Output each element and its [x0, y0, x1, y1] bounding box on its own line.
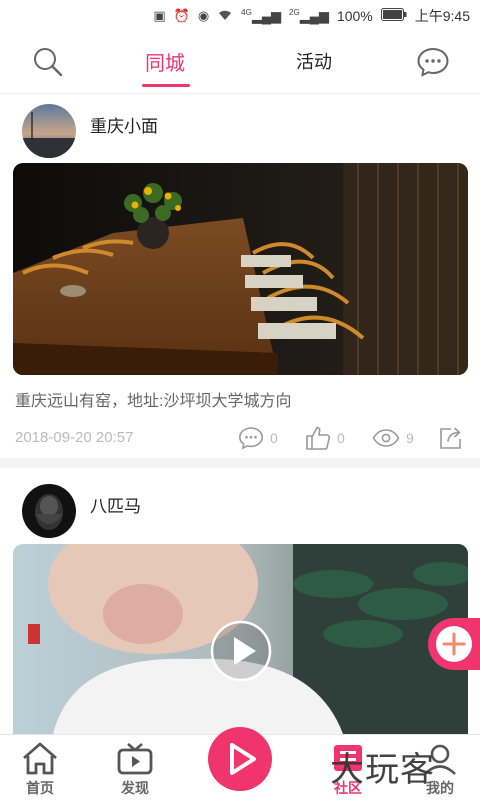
search-icon[interactable] [32, 46, 64, 78]
thumbs-up-icon [305, 425, 331, 451]
post-username[interactable]: 重庆小面 [90, 112, 158, 137]
top-header: 同城 活动 [0, 32, 480, 94]
like-button[interactable]: 0 [305, 424, 345, 452]
clock-time: 上午9:45 [414, 8, 470, 24]
status-bar: ▣ ⏰ ◉ 4G▂▄▆ 2G▂▄▆ 100% 上午9:45 [0, 0, 480, 32]
eye-comfort-icon: ◉ [197, 8, 210, 23]
messages-icon[interactable] [416, 46, 450, 78]
post-divider [0, 458, 480, 468]
battery-percent: 100% [336, 8, 373, 24]
tab-same-city[interactable]: 同城 [145, 47, 185, 76]
watermark-logo: 大玩客 [330, 750, 435, 790]
wifi-icon [217, 9, 233, 24]
tab-events[interactable]: 活动 [296, 48, 332, 74]
plus-icon [436, 626, 472, 662]
avatar[interactable] [22, 104, 76, 158]
comment-button[interactable]: 0 [238, 424, 278, 452]
nav-home-label: 首页 [26, 780, 54, 796]
signal-4g-icon: 4G▂▄▆ [241, 7, 282, 24]
view-count: 9 [406, 430, 414, 446]
avatar[interactable] [22, 484, 76, 538]
add-post-button[interactable] [428, 618, 480, 670]
nfc-icon: ▣ [153, 8, 166, 23]
post-photo[interactable] [13, 163, 468, 375]
signal-2g-icon: 2G▂▄▆ [289, 7, 329, 24]
view-stat: 9 [372, 424, 414, 452]
alarm-icon: ⏰ [173, 8, 190, 23]
nav-create-button[interactable] [208, 727, 272, 791]
active-tab-indicator [142, 84, 190, 87]
post-meta-bar: 2018-09-20 20:57 0 0 9 [0, 424, 480, 452]
like-count: 0 [337, 430, 345, 446]
comment-count: 0 [270, 430, 278, 446]
share-button[interactable] [438, 424, 464, 452]
post-username[interactable]: 八匹马 [90, 492, 141, 517]
share-icon [438, 425, 464, 451]
app-screen: ▣ ⏰ ◉ 4G▂▄▆ 2G▂▄▆ 100% 上午9:45 同城 活动 重庆小面… [0, 0, 480, 800]
feed-post[interactable]: 八匹马 [0, 474, 480, 734]
battery-icon [380, 8, 407, 24]
comment-icon [238, 426, 264, 450]
video-play-button[interactable] [210, 620, 272, 682]
post-timestamp: 2018-09-20 20:57 [15, 429, 134, 446]
nav-discover[interactable]: 发现 [95, 735, 175, 800]
feed-post[interactable]: 重庆小面 重庆远山有窑，地址:沙坪坝大学城方向 2018-09-20 20:57… [0, 94, 480, 458]
play-icon [208, 743, 272, 795]
eye-icon [372, 428, 400, 448]
nav-discover-label: 发现 [121, 780, 149, 796]
nav-home[interactable]: 首页 [0, 735, 80, 800]
post-caption: 重庆远山有窑，地址:沙坪坝大学城方向 [15, 393, 292, 410]
